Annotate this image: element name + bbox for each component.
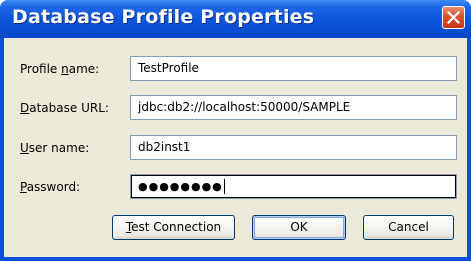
password-label: Password:: [20, 180, 81, 194]
password-mask: ●●●●●●●●: [138, 180, 223, 193]
profile-name-label: Profile name:: [20, 62, 100, 76]
database-url-label: Database URL:: [20, 101, 109, 115]
text-caret: [223, 179, 225, 194]
dialog-window: Database Profile Properties Profile name…: [0, 0, 471, 261]
database-url-field[interactable]: jdbc:db2://localhost:50000/SAMPLE: [130, 95, 457, 120]
user-name-field[interactable]: db2inst1: [130, 135, 457, 160]
window-title: Database Profile Properties: [12, 6, 315, 28]
test-connection-button[interactable]: Test Connection: [112, 215, 235, 240]
password-field[interactable]: ●●●●●●●●: [130, 174, 457, 199]
close-icon: [447, 11, 460, 24]
ok-button[interactable]: OK: [252, 215, 346, 240]
user-name-label: User name:: [20, 141, 90, 155]
dialog-body: Profile name: TestProfile Database URL: …: [4, 38, 467, 257]
profile-name-field[interactable]: TestProfile: [130, 56, 457, 81]
cancel-button[interactable]: Cancel: [363, 215, 454, 240]
title-bar[interactable]: Database Profile Properties: [0, 0, 471, 38]
close-button[interactable]: [442, 6, 465, 29]
